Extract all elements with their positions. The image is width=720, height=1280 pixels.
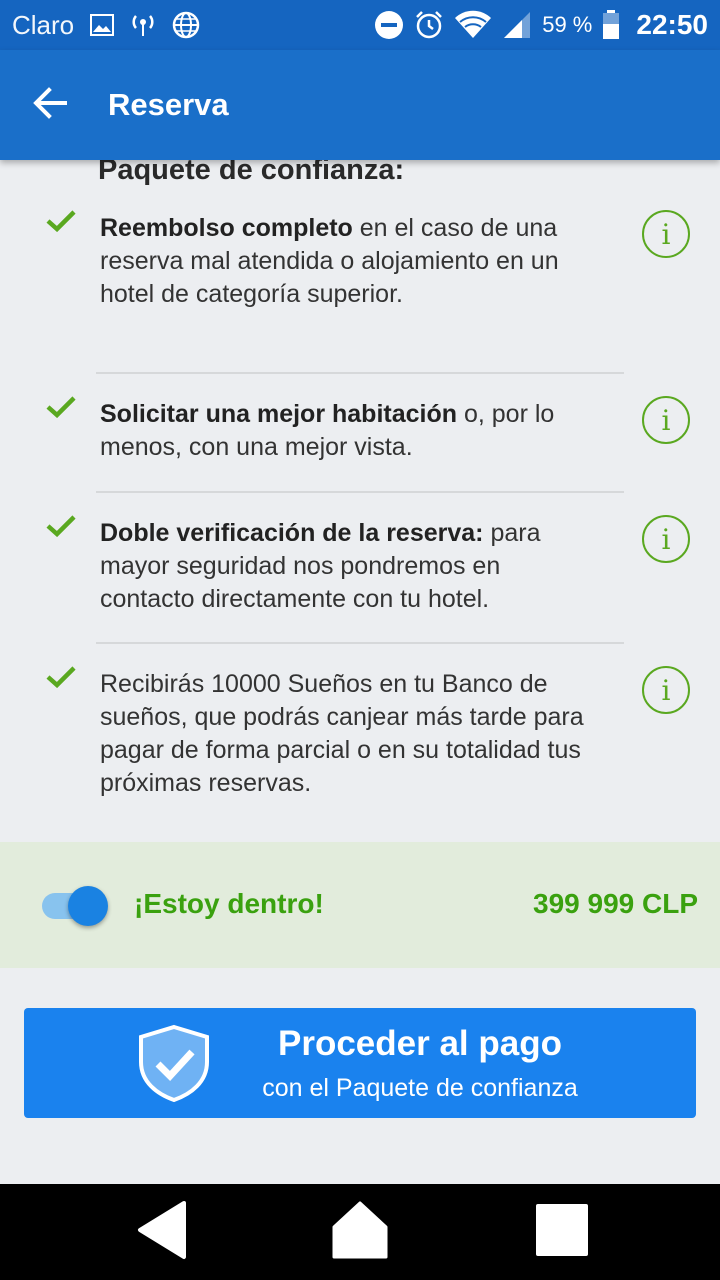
proceed-to-payment-button[interactable]: Proceder al pago con el Paquete de confi… xyxy=(24,1008,696,1118)
nav-home-button[interactable] xyxy=(290,1184,430,1280)
nav-recents-icon xyxy=(534,1202,590,1263)
nav-home-icon xyxy=(332,1201,388,1264)
feature-text: Reembolso completo en el caso de una res… xyxy=(100,214,559,308)
globe-icon xyxy=(172,11,200,39)
system-nav-bar xyxy=(0,1184,720,1280)
status-bar: Claro 59 % 22:50 xyxy=(0,0,720,50)
back-arrow-icon xyxy=(33,86,67,124)
feature-text: Recibirás 10000 Sueños en tu Banco de su… xyxy=(100,670,584,797)
page-title: Reserva xyxy=(108,87,229,122)
feature-text: Doble verificación de la reserva: para m… xyxy=(100,519,541,613)
pay-button-sublabel: con el Paquete de confianza xyxy=(262,1074,578,1102)
pay-button-label: Proceder al pago xyxy=(278,1024,562,1063)
alarm-icon xyxy=(414,10,444,40)
feature-text: Solicitar una mejor habitación o, por lo… xyxy=(100,400,555,461)
wifi-icon xyxy=(454,10,492,40)
info-icon[interactable]: i xyxy=(642,396,690,444)
divider xyxy=(96,372,624,374)
clock: 22:50 xyxy=(636,9,708,40)
back-button[interactable] xyxy=(0,50,100,160)
nav-back-icon xyxy=(136,1199,188,1266)
do-not-disturb-icon xyxy=(374,10,404,40)
info-icon[interactable]: i xyxy=(642,515,690,563)
info-icon[interactable]: i xyxy=(642,210,690,258)
package-price: 399 999 CLP xyxy=(533,888,698,919)
check-icon xyxy=(46,515,76,542)
carrier-name: Claro xyxy=(12,9,75,40)
battery-percent: 59 % xyxy=(542,12,593,37)
divider xyxy=(96,491,624,493)
check-icon xyxy=(46,666,76,693)
divider xyxy=(96,642,624,644)
hotspot-icon xyxy=(130,13,156,37)
signal-icon xyxy=(502,11,532,39)
image-icon xyxy=(90,14,115,36)
optin-row: ¡Estoy dentro! 399 999 CLP xyxy=(0,842,720,968)
nav-back-button[interactable] xyxy=(92,1184,232,1280)
app-bar: Reserva xyxy=(0,50,720,160)
nav-recents-button[interactable] xyxy=(492,1184,632,1280)
optin-toggle[interactable] xyxy=(42,886,108,926)
check-icon xyxy=(46,396,76,423)
check-icon xyxy=(46,210,76,237)
package-content[interactable]: Paquete de confianza: Reembolso completo… xyxy=(0,160,720,842)
package-title: Paquete de confianza: xyxy=(98,160,405,186)
optin-label: ¡Estoy dentro! xyxy=(134,888,324,919)
info-icon[interactable]: i xyxy=(642,666,690,714)
toggle-knob xyxy=(68,886,108,926)
shield-check-icon xyxy=(136,1024,212,1107)
battery-icon xyxy=(602,10,620,40)
